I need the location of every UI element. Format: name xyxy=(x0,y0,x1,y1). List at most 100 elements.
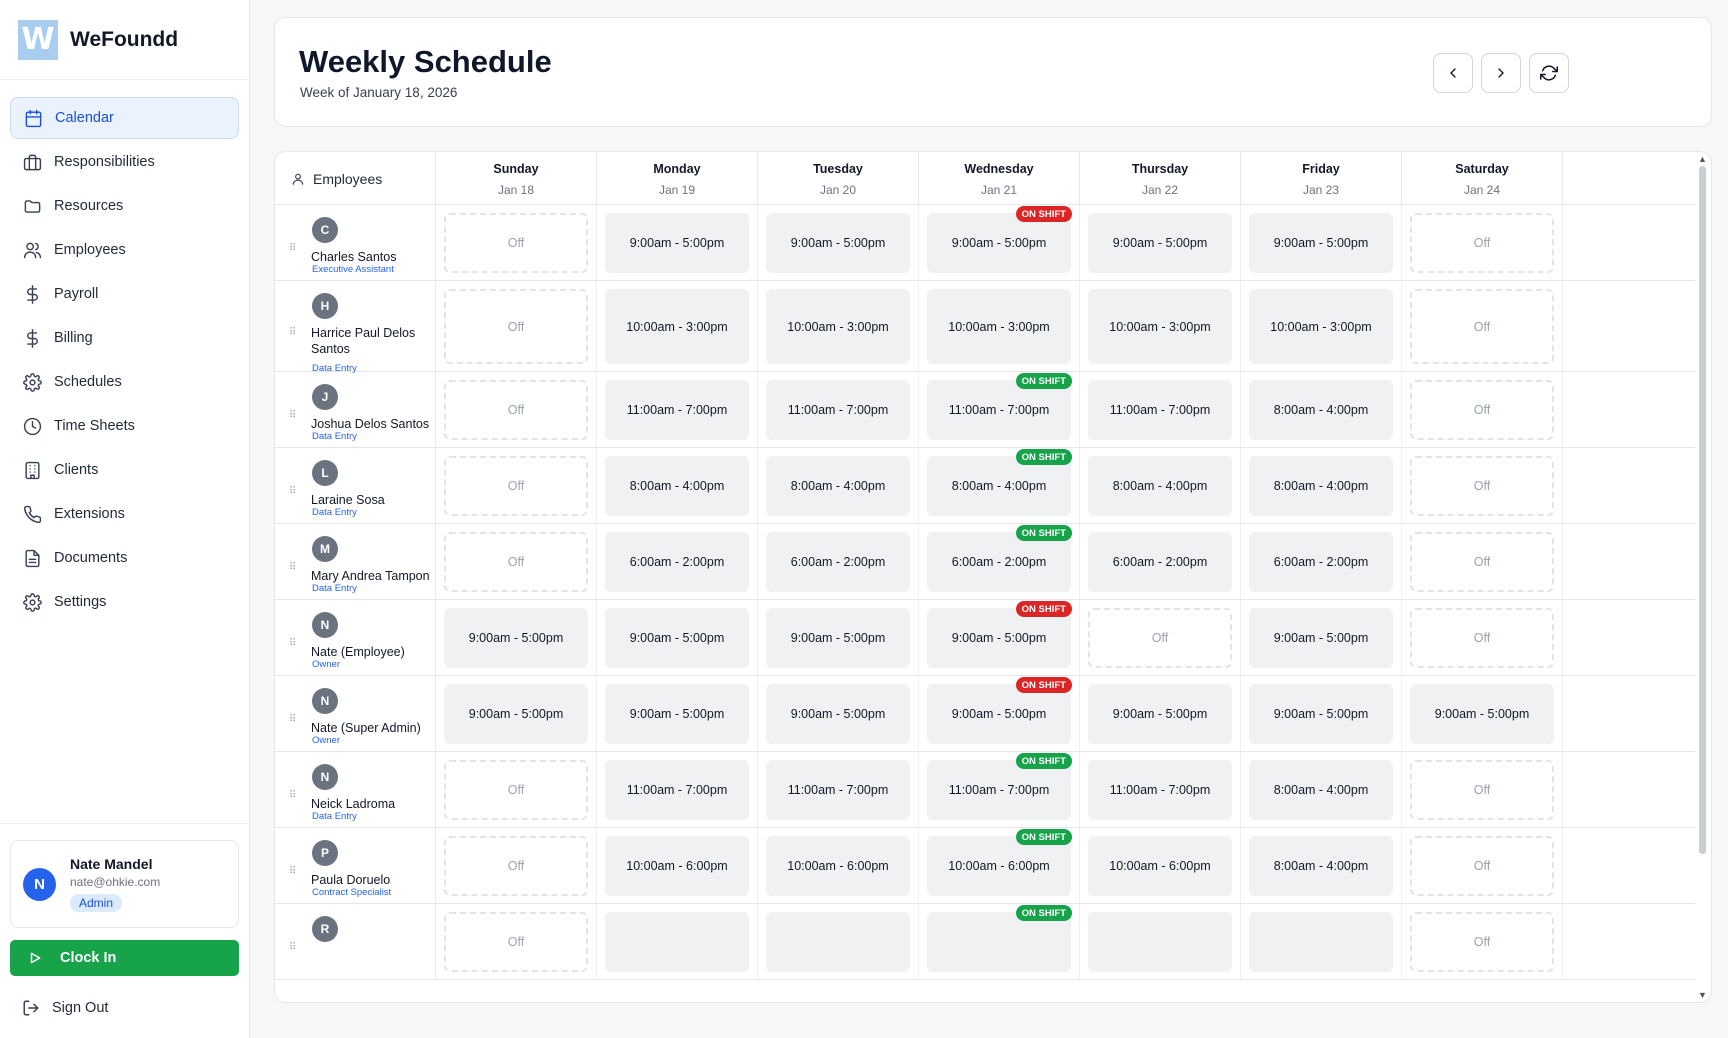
sidebar-item-time-sheets[interactable]: Time Sheets xyxy=(10,405,239,447)
sign-out-button[interactable]: Sign Out xyxy=(10,992,239,1024)
shift-block[interactable]: 9:00am - 5:00pm ON SHIFT xyxy=(927,677,1072,744)
off-slot[interactable]: Off xyxy=(1410,532,1554,592)
off-slot[interactable]: Off xyxy=(1410,912,1554,972)
off-slot[interactable]: Off xyxy=(1410,289,1554,364)
drag-handle-icon[interactable]: ⠿ xyxy=(289,410,296,421)
off-slot[interactable]: Off xyxy=(444,380,588,440)
shift-block[interactable]: 10:00am - 6:00pm ON SHIFT xyxy=(927,829,1072,896)
shift-block[interactable]: 8:00am - 4:00pm xyxy=(1088,456,1232,516)
drag-handle-icon[interactable]: ⠿ xyxy=(289,327,296,338)
shift-block[interactable]: 11:00am - 7:00pm xyxy=(605,380,749,440)
employee-cell[interactable]: ⠿ N Nate (Super Admin) Owner xyxy=(275,676,436,751)
shift-block[interactable] xyxy=(1249,912,1393,972)
shift-block[interactable]: 11:00am - 7:00pm xyxy=(766,380,910,440)
shift-block[interactable]: 10:00am - 6:00pm xyxy=(766,836,910,896)
shift-block[interactable]: 8:00am - 4:00pm xyxy=(605,456,749,516)
off-slot[interactable]: Off xyxy=(1410,213,1554,273)
employee-cell[interactable]: ⠿ N Neick Ladroma Data Entry xyxy=(275,752,436,827)
sidebar-item-documents[interactable]: Documents xyxy=(10,537,239,579)
shift-block[interactable]: 11:00am - 7:00pm xyxy=(605,760,749,820)
shift-block[interactable]: 9:00am - 5:00pm xyxy=(1249,684,1393,744)
drag-handle-icon[interactable]: ⠿ xyxy=(289,486,296,497)
shift-block[interactable]: 9:00am - 5:00pm xyxy=(1088,684,1232,744)
off-slot[interactable]: Off xyxy=(444,836,588,896)
shift-block[interactable]: 6:00am - 2:00pm ON SHIFT xyxy=(927,525,1072,592)
shift-block[interactable]: 8:00am - 4:00pm xyxy=(1249,380,1393,440)
off-slot[interactable]: Off xyxy=(1410,456,1554,516)
off-slot[interactable]: Off xyxy=(1410,380,1554,440)
employee-cell[interactable]: ⠿ P Paula Doruelo Contract Specialist xyxy=(275,828,436,903)
shift-block[interactable]: 9:00am - 5:00pm xyxy=(444,608,588,668)
sidebar-item-clients[interactable]: Clients xyxy=(10,449,239,491)
off-slot[interactable]: Off xyxy=(444,289,588,364)
off-slot[interactable]: Off xyxy=(444,213,588,273)
employee-cell[interactable]: ⠿ M Mary Andrea Tampon Data Entry xyxy=(275,524,436,599)
shift-block[interactable]: 6:00am - 2:00pm xyxy=(1088,532,1232,592)
off-slot[interactable]: Off xyxy=(1410,836,1554,896)
shift-block[interactable]: 9:00am - 5:00pm xyxy=(1249,608,1393,668)
sidebar-item-responsibilities[interactable]: Responsibilities xyxy=(10,141,239,183)
shift-block[interactable]: ON SHIFT xyxy=(927,905,1072,972)
drag-handle-icon[interactable]: ⠿ xyxy=(289,790,296,801)
shift-block[interactable]: 11:00am - 7:00pm ON SHIFT xyxy=(927,373,1072,440)
shift-block[interactable]: 10:00am - 3:00pm xyxy=(1088,289,1232,364)
shift-block[interactable]: 9:00am - 5:00pm xyxy=(1088,213,1232,273)
employee-cell[interactable]: ⠿ L Laraine Sosa Data Entry xyxy=(275,448,436,523)
shift-block[interactable]: 8:00am - 4:00pm xyxy=(1249,456,1393,516)
shift-block[interactable]: 8:00am - 4:00pm ON SHIFT xyxy=(927,449,1072,516)
shift-block[interactable]: 10:00am - 3:00pm xyxy=(605,289,749,364)
shift-block[interactable]: 9:00am - 5:00pm xyxy=(605,608,749,668)
sidebar-item-employees[interactable]: Employees xyxy=(10,229,239,271)
shift-block[interactable]: 6:00am - 2:00pm xyxy=(766,532,910,592)
employee-cell[interactable]: ⠿ N Nate (Employee) Owner xyxy=(275,600,436,675)
sidebar-item-calendar[interactable]: Calendar xyxy=(10,97,239,139)
shift-block[interactable]: 10:00am - 3:00pm xyxy=(766,289,910,364)
off-slot[interactable]: Off xyxy=(444,532,588,592)
shift-block[interactable]: 11:00am - 7:00pm xyxy=(766,760,910,820)
previous-week-button[interactable] xyxy=(1433,53,1473,93)
vertical-scrollbar[interactable]: ▲ ▼ xyxy=(1695,152,1711,1002)
shift-block[interactable]: 6:00am - 2:00pm xyxy=(1249,532,1393,592)
sidebar-item-payroll[interactable]: Payroll xyxy=(10,273,239,315)
off-slot[interactable]: Off xyxy=(444,456,588,516)
shift-block[interactable] xyxy=(1088,912,1232,972)
drag-handle-icon[interactable]: ⠿ xyxy=(289,562,296,573)
drag-handle-icon[interactable]: ⠿ xyxy=(289,714,296,725)
off-slot[interactable]: Off xyxy=(1410,608,1554,668)
sidebar-item-settings[interactable]: Settings xyxy=(10,581,239,623)
shift-block[interactable]: 10:00am - 3:00pm xyxy=(1249,289,1393,364)
shift-block[interactable]: 6:00am - 2:00pm xyxy=(605,532,749,592)
shift-block[interactable]: 11:00am - 7:00pm ON SHIFT xyxy=(927,753,1072,820)
sidebar-item-extensions[interactable]: Extensions xyxy=(10,493,239,535)
shift-block[interactable]: 11:00am - 7:00pm xyxy=(1088,760,1232,820)
brand[interactable]: W WeFoundd xyxy=(0,0,249,80)
shift-block[interactable]: 8:00am - 4:00pm xyxy=(766,456,910,516)
shift-block[interactable]: 9:00am - 5:00pm xyxy=(766,608,910,668)
shift-block[interactable]: 9:00am - 5:00pm xyxy=(444,684,588,744)
shift-block[interactable]: 9:00am - 5:00pm xyxy=(766,684,910,744)
shift-block[interactable]: 9:00am - 5:00pm xyxy=(1410,684,1554,744)
shift-block[interactable]: 8:00am - 4:00pm xyxy=(1249,836,1393,896)
sidebar-item-billing[interactable]: Billing xyxy=(10,317,239,359)
next-week-button[interactable] xyxy=(1481,53,1521,93)
shift-block[interactable]: 8:00am - 4:00pm xyxy=(1249,760,1393,820)
sidebar-item-resources[interactable]: Resources xyxy=(10,185,239,227)
shift-block[interactable]: 9:00am - 5:00pm xyxy=(605,684,749,744)
scrollbar-thumb[interactable] xyxy=(1699,166,1706,854)
employee-cell[interactable]: ⠿ R xyxy=(275,904,436,979)
shift-block[interactable]: 10:00am - 6:00pm xyxy=(605,836,749,896)
drag-handle-icon[interactable]: ⠿ xyxy=(289,243,296,254)
employee-cell[interactable]: ⠿ H Harrice Paul Delos Santos Data Entry xyxy=(275,281,436,374)
shift-block[interactable]: 9:00am - 5:00pm xyxy=(1249,213,1393,273)
scroll-down-arrow[interactable]: ▼ xyxy=(1698,990,1707,1000)
refresh-button[interactable] xyxy=(1529,53,1569,93)
shift-block[interactable] xyxy=(605,912,749,972)
user-card[interactable]: N Nate Mandel nate@ohkie.com Admin xyxy=(10,840,239,928)
shift-block[interactable] xyxy=(766,912,910,972)
drag-handle-icon[interactable]: ⠿ xyxy=(289,942,296,953)
drag-handle-icon[interactable]: ⠿ xyxy=(289,638,296,649)
shift-block[interactable]: 11:00am - 7:00pm xyxy=(1088,380,1232,440)
shift-block[interactable]: 9:00am - 5:00pm ON SHIFT xyxy=(927,206,1072,273)
clock-in-button[interactable]: Clock In xyxy=(10,940,239,976)
off-slot[interactable]: Off xyxy=(1088,608,1232,668)
